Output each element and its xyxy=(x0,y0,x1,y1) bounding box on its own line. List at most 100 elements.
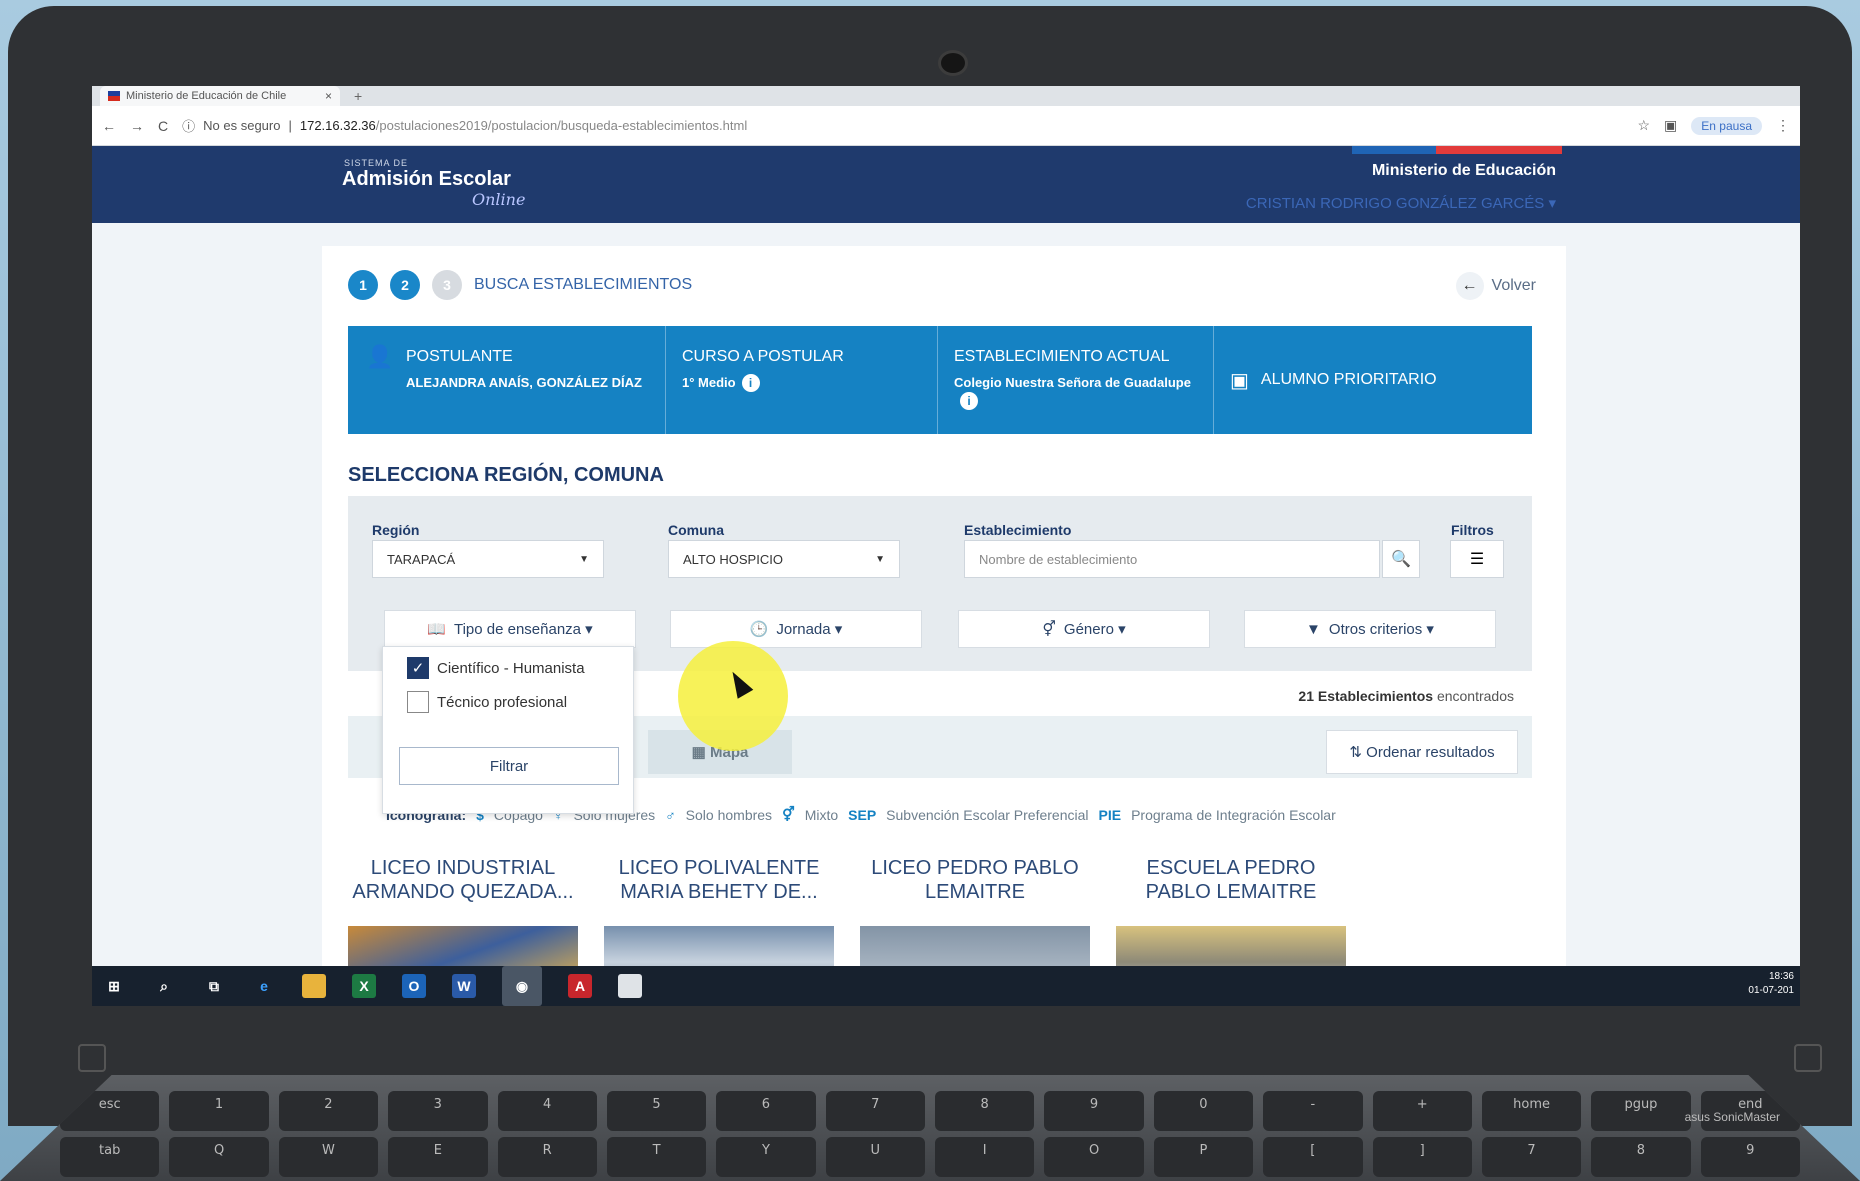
edge-icon[interactable]: e xyxy=(252,974,276,998)
cast-icon[interactable]: ▣ xyxy=(1664,117,1677,134)
school-card-title[interactable]: ESCUELA PEDRO PABLO LEMAITRE xyxy=(1116,856,1346,904)
chrome-icon[interactable]: ◉ xyxy=(502,966,542,1006)
notes-icon[interactable] xyxy=(618,974,642,998)
sep-badge: SEP xyxy=(848,806,877,823)
search-icon[interactable]: ⌕ xyxy=(152,974,176,998)
site-header: SISTEMA DE Admisión Escolar Online Minis… xyxy=(92,146,1800,223)
step-indicator: 1 2 3 BUSCA ESTABLECIMIENTOS xyxy=(348,270,692,300)
task-view-icon[interactable]: ⧉ xyxy=(202,974,226,998)
excel-icon[interactable]: X xyxy=(352,974,376,998)
establecimiento-search-label: Establecimiento xyxy=(964,522,1072,538)
school-card-title[interactable]: LICEO INDUSTRIAL ARMANDO QUEZADA... xyxy=(348,856,578,904)
postulante-value: ALEJANDRA ANAÍS, GONZÁLEZ DÍAZ xyxy=(406,375,642,390)
genero-label: Género ▾ xyxy=(1063,621,1126,638)
option-label: Técnico profesional xyxy=(437,693,568,711)
info-circle-icon[interactable]: i xyxy=(960,392,978,411)
jornada-dropdown[interactable]: 🕒 Jornada ▾ xyxy=(670,610,922,648)
key: I xyxy=(935,1137,1035,1177)
filtrar-button[interactable]: Filtrar xyxy=(399,747,619,785)
comuna-select[interactable]: ALTO HOSPICIO ▼ xyxy=(668,540,900,578)
key: T xyxy=(606,1137,707,1177)
key: 8 xyxy=(1591,1137,1691,1177)
establecimiento-search-input[interactable]: Nombre de establecimiento xyxy=(964,540,1380,578)
step-3: 3 xyxy=(432,270,462,300)
curso-block: CURSO A POSTULAR 1° Medio i xyxy=(666,326,938,434)
book-icon: 📖 xyxy=(427,621,446,638)
browser-tab[interactable]: Ministerio de Educación de Chile × xyxy=(100,86,340,106)
caret-down-icon: ▼ xyxy=(875,553,885,565)
back-label: Volver xyxy=(1491,277,1536,294)
word-icon[interactable]: W xyxy=(452,974,476,998)
tipo-ensenanza-dropdown[interactable]: 📖 Tipo de enseñanza ▾ xyxy=(384,610,636,648)
clock-time: 18:36 xyxy=(1768,971,1794,982)
establecimiento-actual-block: ESTABLECIMIENTO ACTUAL Colegio Nuestra S… xyxy=(938,326,1214,434)
checkbox-checked[interactable]: ✓ xyxy=(407,657,429,679)
url-host: 172.16.32.36 xyxy=(299,118,376,133)
address-bar: ← → C ⓘ No es seguro | 172.16.32.36/post… xyxy=(92,106,1800,146)
clock-icon: 🕒 xyxy=(749,621,769,638)
sort-results-button[interactable]: ⇅ Ordenar resultados xyxy=(1326,730,1518,774)
checkbox-unchecked[interactable] xyxy=(407,691,429,713)
section-title: SELECCIONA REGIÓN, COMUNA xyxy=(348,464,664,486)
info-circle-icon[interactable]: i xyxy=(741,374,760,392)
key: tab xyxy=(60,1137,160,1177)
filter-sliders-icon[interactable]: ☰ xyxy=(1450,540,1504,578)
back-button[interactable]: ← Volver xyxy=(1455,272,1536,300)
file-explorer-icon[interactable] xyxy=(302,974,326,998)
laptop-hinge-left xyxy=(78,1044,106,1072)
postulante-label: POSTULANTE xyxy=(406,348,513,365)
prioritario-label: ALUMNO PRIORITARIO xyxy=(1260,371,1437,388)
key: 4 xyxy=(497,1091,597,1131)
key: [ xyxy=(1263,1137,1363,1177)
school-card-title[interactable]: LICEO POLIVALENTE MARIA BEHETY DE... xyxy=(604,856,834,904)
back-icon[interactable]: ← xyxy=(102,118,116,134)
menu-icon[interactable]: ⋮ xyxy=(1776,117,1790,134)
acrobat-icon[interactable]: A xyxy=(568,974,592,998)
step-2[interactable]: 2 xyxy=(390,270,420,300)
genero-dropdown[interactable]: ⚥ Género ▾ xyxy=(958,610,1210,648)
sort-icon: ⇅ xyxy=(1349,744,1362,761)
key: 1 xyxy=(169,1091,269,1131)
reload-icon[interactable]: C xyxy=(158,118,168,134)
url-field[interactable]: ⓘ No es seguro | 172.16.32.36/postulacio… xyxy=(182,116,1623,135)
key: pgup xyxy=(1591,1091,1691,1131)
school-card-title[interactable]: LICEO PEDRO PABLO LEMAITRE xyxy=(860,856,1090,904)
outlook-icon[interactable]: O xyxy=(402,974,426,998)
search-icon[interactable]: 🔍 xyxy=(1382,540,1420,578)
site-logo[interactable]: Admisión Escolar xyxy=(342,168,511,191)
applicant-info-banner: 👤 POSTULANTE ALEJANDRA ANAÍS, GONZÁLEZ D… xyxy=(348,326,1532,434)
taskbar-clock[interactable]: 18:36 01-07-201 xyxy=(1748,970,1794,998)
otros-criterios-dropdown[interactable]: ▼ Otros criterios ▾ xyxy=(1244,610,1496,648)
region-value: TARAPACÁ xyxy=(387,551,456,567)
results-count: 21 Establecimientos encontrados xyxy=(1298,688,1514,704)
key: 7 xyxy=(825,1091,925,1131)
region-select[interactable]: TARAPACÁ ▼ xyxy=(372,540,604,578)
logo-caption: SISTEMA DE xyxy=(344,158,409,168)
option-cientifico-humanista[interactable]: ✓ Científico - Humanista xyxy=(407,657,585,679)
map-icon: ▦ xyxy=(691,744,706,761)
laptop-hinge-right xyxy=(1794,1044,1822,1072)
paused-badge[interactable]: En pausa xyxy=(1691,116,1762,135)
info-icon: ⓘ xyxy=(182,119,196,134)
curso-value: 1° Medio xyxy=(682,375,736,390)
webcam xyxy=(938,50,968,76)
key-row: tab Q W E R T Y U I O P[] 7 8 9 xyxy=(60,1137,1800,1177)
forward-icon[interactable]: → xyxy=(130,118,144,134)
option-tecnico-profesional[interactable]: Técnico profesional xyxy=(407,691,567,713)
laptop-keyboard: esc 1 2 3 4 5 6 7 8 9 0- + home pgup end tab Q W E R T Y U I O P… xyxy=(0,1075,1860,1181)
key: 3 xyxy=(388,1091,488,1131)
step-1[interactable]: 1 xyxy=(348,270,378,300)
person-icon: 👤 xyxy=(366,344,394,369)
close-tab-icon[interactable]: × xyxy=(325,89,332,103)
star-icon[interactable]: ☆ xyxy=(1637,117,1650,134)
mixed-icon: ⚥ xyxy=(782,806,795,822)
legend-sep: Subvención Escolar Preferencial xyxy=(886,806,1089,823)
key: 6 xyxy=(716,1091,816,1131)
windows-start-icon[interactable]: ⊞ xyxy=(102,974,126,998)
key: 7 xyxy=(1481,1137,1582,1177)
key: 0 xyxy=(1153,1091,1254,1131)
establecimiento-label: ESTABLECIMIENTO ACTUAL xyxy=(954,348,1170,365)
filtros-label: Filtros xyxy=(1451,522,1494,538)
user-menu[interactable]: CRISTIAN RODRIGO GONZÁLEZ GARCÉS ▾ xyxy=(1246,194,1556,212)
new-tab-button[interactable]: + xyxy=(354,88,362,104)
